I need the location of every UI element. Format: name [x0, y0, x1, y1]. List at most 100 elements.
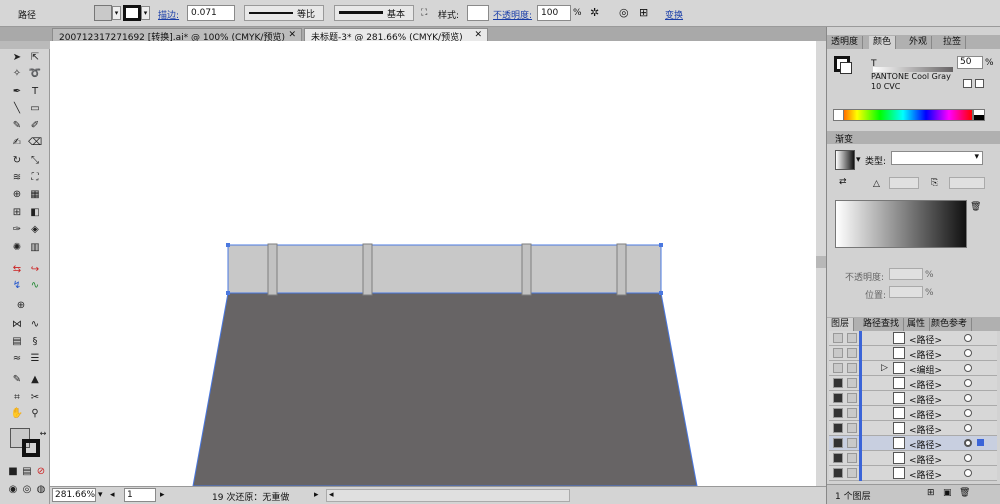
gradient-mode-icon[interactable]: ▤ — [20, 465, 34, 478]
zoom-dropdown-icon[interactable]: ▾ — [98, 490, 103, 500]
expand-arrow-icon[interactable]: ▷ — [881, 363, 888, 373]
first-artboard-icon[interactable]: ◂ — [110, 490, 115, 500]
scroll-thumb[interactable] — [816, 256, 826, 268]
swatch-icon[interactable] — [975, 79, 984, 88]
artboard-number-input[interactable]: 1 — [124, 488, 156, 502]
post-4[interactable] — [616, 243, 627, 296]
post-3[interactable] — [521, 243, 532, 296]
list-tool-icon[interactable]: ☰ — [28, 352, 42, 365]
delete-layer-icon[interactable]: 🗑 — [959, 488, 970, 498]
zigzag-tool-icon[interactable]: ≈ — [10, 352, 24, 365]
symbol-sprayer-tool-icon[interactable]: ✺ — [10, 241, 24, 254]
align-icon[interactable]: ⊞ — [639, 6, 648, 19]
stroke-dropdown[interactable]: ▾ — [141, 6, 150, 20]
scroll-left-icon[interactable]: ◂ — [329, 490, 334, 500]
line-tool-icon[interactable]: ╲ — [10, 102, 24, 115]
stroke-swatch[interactable] — [123, 5, 141, 21]
layer-row[interactable]: <路径> — [829, 346, 997, 361]
aspect-input[interactable] — [949, 177, 985, 189]
layer-row[interactable]: <路径> — [829, 421, 997, 436]
anchor-point[interactable] — [226, 291, 230, 295]
visibility-icon[interactable] — [833, 453, 843, 463]
layer-row[interactable]: <路径> — [829, 331, 997, 346]
next-artboard-icon[interactable]: ▸ — [160, 490, 165, 500]
fill-indicator[interactable] — [840, 62, 852, 74]
opacity-input[interactable]: 100 — [537, 5, 571, 21]
target-icon[interactable] — [964, 454, 972, 462]
path-tool-icon[interactable]: ↯ — [10, 279, 24, 292]
chart-tool-icon[interactable]: ▤ — [10, 335, 24, 348]
visibility-icon[interactable] — [833, 423, 843, 433]
recolor-icon[interactable]: ✲ — [590, 6, 599, 19]
black-white-swatch[interactable] — [973, 109, 985, 121]
pen-tool-icon[interactable]: ✒ — [10, 85, 24, 98]
vertical-scrollbar[interactable] — [816, 41, 826, 486]
visibility-icon[interactable] — [833, 468, 843, 478]
artboard-tool-icon[interactable]: ⌗ — [10, 391, 24, 404]
lock-icon[interactable] — [847, 393, 857, 403]
selection-tool-icon[interactable]: ➤ — [10, 51, 24, 64]
pencil-tool-icon[interactable]: ✐ — [28, 119, 42, 132]
brush-definition[interactable]: 基本 — [334, 5, 414, 21]
tab-document-2[interactable]: 未标题-3* @ 281.66% (CMYK/预览) ✕ — [304, 28, 488, 43]
gradient-panel-title[interactable]: 渐变 — [835, 132, 853, 145]
angle-input[interactable] — [889, 177, 919, 189]
target-icon[interactable] — [964, 424, 972, 432]
stop-opacity-input[interactable] — [889, 268, 923, 280]
gradient-preview-dropdown-icon[interactable]: ▾ — [856, 155, 861, 165]
tab-layers[interactable]: 图层 — [827, 318, 855, 331]
visibility-icon[interactable] — [833, 348, 843, 358]
layer-row[interactable]: <路径> — [829, 406, 997, 421]
artwork-svg[interactable] — [50, 41, 816, 487]
swap-colors-icon[interactable]: ↔ — [36, 427, 50, 440]
opacity-link[interactable]: 不透明度: — [493, 8, 532, 21]
mesh-tool-icon[interactable]: ⊞ — [10, 206, 24, 219]
layer-row[interactable]: ▷ <编组> — [829, 361, 997, 376]
color-mode-icon[interactable]: ■ — [6, 465, 20, 478]
lock-icon[interactable] — [847, 378, 857, 388]
tint-input[interactable]: 50 — [957, 56, 983, 69]
direct-selection-tool-icon[interactable]: ⇱ — [28, 51, 42, 64]
selection-indicator[interactable] — [977, 439, 984, 446]
draw-inside-icon[interactable]: ◍ — [34, 483, 48, 496]
anchor-point[interactable] — [659, 291, 663, 295]
layer-row[interactable]: <路径> — [829, 466, 997, 481]
rotate-tool-icon[interactable]: ↻ — [10, 154, 24, 167]
free-transform-tool-icon[interactable]: ⛶ — [28, 171, 42, 184]
gradient-tool-icon[interactable]: ◧ — [28, 206, 42, 219]
stroke-link[interactable]: 描边: — [158, 8, 179, 21]
horizontal-scrollbar[interactable]: ◂ — [326, 489, 570, 502]
magic-wand-tool-icon[interactable]: ✧ — [10, 67, 24, 80]
layer-row-selected[interactable]: <路径> — [829, 436, 997, 451]
delete-stop-icon[interactable]: 🗑 — [970, 202, 981, 212]
target-icon[interactable] — [964, 394, 972, 402]
slice-tool-icon[interactable]: ⋈ — [10, 318, 24, 331]
target-icon[interactable] — [964, 409, 972, 417]
tab-pathfinder[interactable]: 路径查找 — [859, 318, 905, 331]
lock-icon[interactable] — [847, 423, 857, 433]
target-icon[interactable] — [964, 349, 972, 357]
eyedropper-tool-icon[interactable]: ✑ — [10, 223, 24, 236]
anchor-point[interactable] — [659, 243, 663, 247]
none-mode-icon[interactable]: ⊘ — [34, 465, 48, 478]
tab-document-1[interactable]: 200712317271692 [转换].ai* @ 100% (CMYK/预览… — [52, 28, 302, 43]
tab-attributes[interactable]: 属性 — [903, 318, 931, 331]
lock-icon[interactable] — [847, 453, 857, 463]
blend-tool-icon[interactable]: ◈ — [28, 223, 42, 236]
layer-row[interactable]: <路径> — [829, 376, 997, 391]
target-icon[interactable] — [964, 364, 972, 372]
visibility-icon[interactable] — [833, 408, 843, 418]
lock-icon[interactable] — [847, 468, 857, 478]
post-2[interactable] — [362, 243, 373, 296]
layer-row[interactable]: <路径> — [829, 391, 997, 406]
anchor-point[interactable] — [226, 243, 230, 247]
transform-link[interactable]: 变换 — [665, 8, 683, 21]
fill-swatch[interactable] — [94, 5, 112, 21]
type-tool-icon[interactable]: T — [28, 85, 42, 98]
new-layer-icon[interactable]: ▣ — [943, 488, 952, 498]
post-1[interactable] — [267, 243, 278, 296]
isolate-icon[interactable]: ◎ — [619, 6, 629, 19]
stroke-color-box[interactable] — [22, 439, 40, 457]
close-icon[interactable]: ✕ — [288, 30, 296, 40]
artboard-canvas[interactable] — [50, 41, 816, 487]
